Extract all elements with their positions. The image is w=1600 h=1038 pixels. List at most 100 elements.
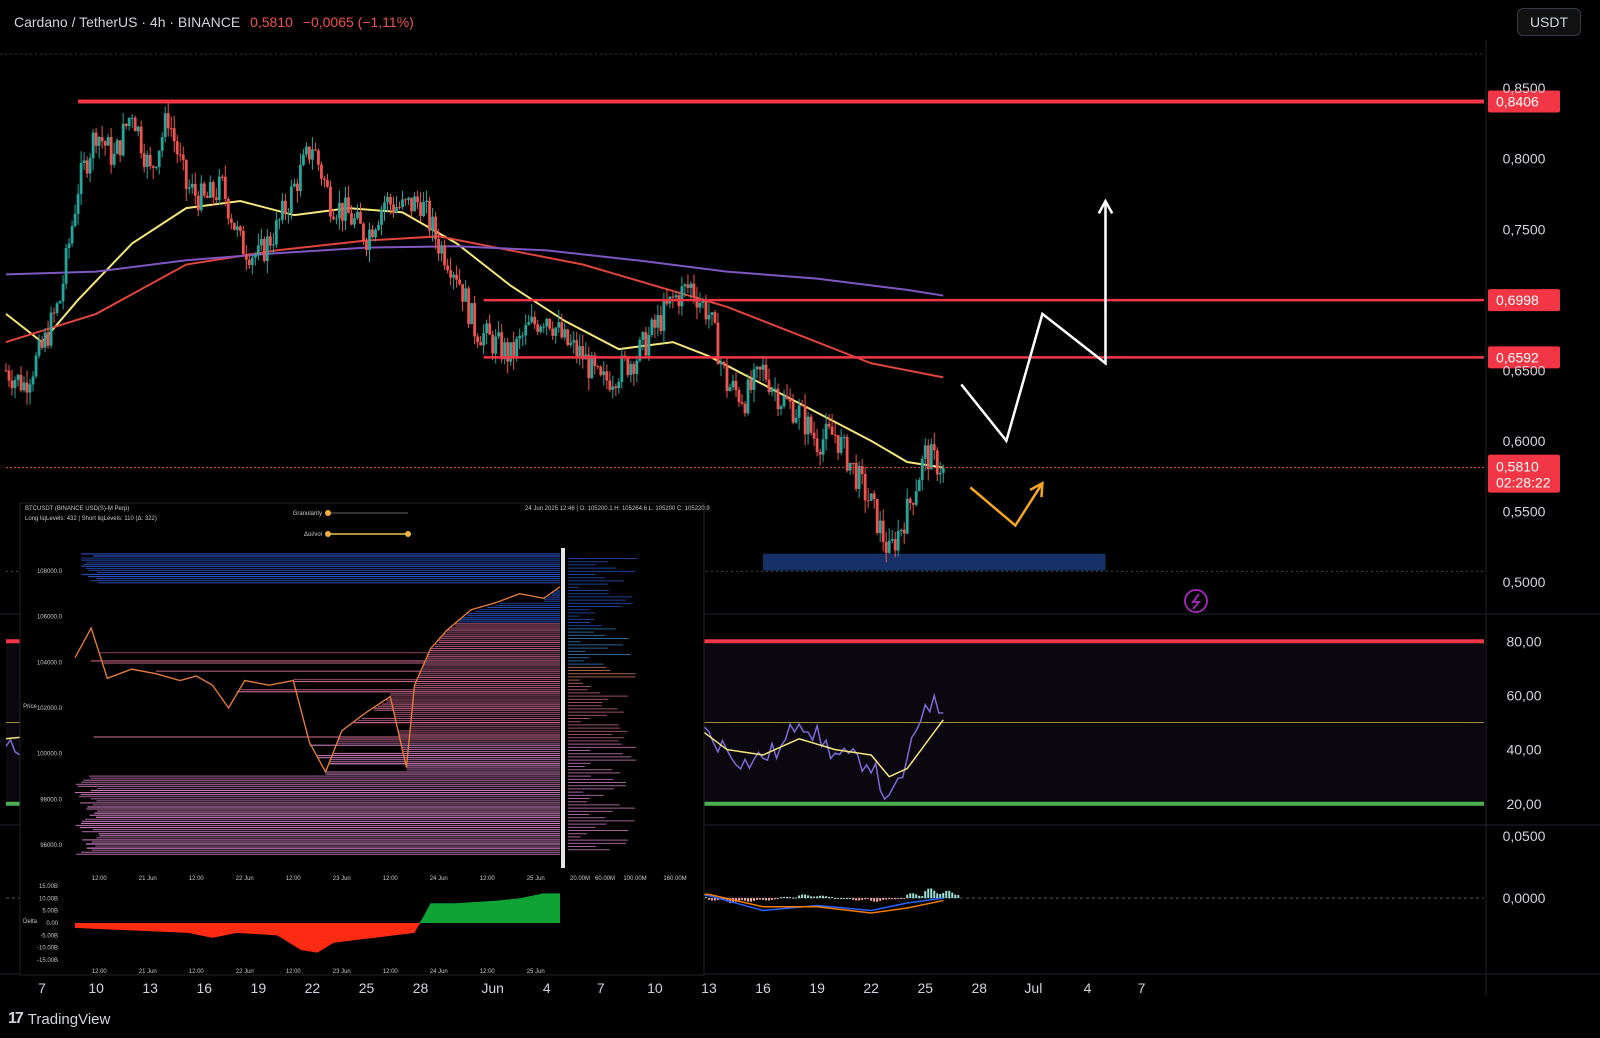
macd-histogram-bar — [954, 894, 957, 899]
macd-histogram-bar — [768, 898, 771, 901]
currency-button[interactable]: USDT — [1517, 8, 1581, 36]
inset-divider-bar — [561, 548, 565, 868]
candle-body — [464, 288, 468, 302]
candle-body — [527, 322, 531, 325]
level-price-label: 0,6998 — [1496, 292, 1539, 308]
inset-price-tick: 100000.0 — [37, 752, 63, 758]
candle-body — [617, 382, 621, 389]
time-axis-tick: 19 — [251, 980, 267, 996]
candle-body — [707, 314, 711, 320]
macd-histogram-bar — [834, 898, 837, 900]
candle-body — [434, 216, 437, 239]
macd-histogram-bar — [846, 898, 849, 900]
candle-body — [872, 493, 876, 499]
liquidation-heatmap-inset[interactable]: BTCUSDT (BINANCE USD(S)-M Perp) Long liqL… — [19, 502, 710, 976]
candle-body — [55, 303, 59, 314]
candle-body — [683, 284, 687, 287]
macd-histogram-bar — [897, 898, 900, 900]
candle-body — [329, 186, 332, 217]
price-axis-tick: 0,7500 — [1503, 221, 1546, 237]
delta-axis-tick: 0.00 — [46, 921, 58, 927]
inset-time-tick: 12:00 — [480, 876, 496, 882]
candle-body — [494, 336, 498, 354]
candle-body — [347, 197, 350, 213]
macd-histogram-bar — [891, 898, 894, 900]
candle-body — [106, 137, 110, 146]
macd-histogram-bar — [801, 894, 804, 899]
candle-body — [536, 324, 540, 332]
candle-body — [178, 154, 182, 156]
macd-histogram-bar — [704, 897, 707, 899]
inset-time-tick: 12:00 — [383, 876, 399, 882]
candle-body — [127, 117, 131, 127]
candle-body — [653, 319, 657, 328]
macd-histogram-bar — [885, 898, 888, 900]
candle-body — [806, 416, 810, 435]
candle-body — [794, 417, 798, 423]
delta-axis-tick: -15.00B — [37, 958, 58, 964]
candle-body — [854, 462, 858, 489]
candle-body — [187, 187, 191, 189]
candle-body — [232, 222, 236, 230]
macd-histogram-bar — [762, 898, 765, 900]
delta-axis-tick: 5.00B — [42, 909, 58, 915]
inset-slider-knob[interactable] — [325, 510, 331, 516]
candle-body — [887, 540, 891, 553]
candle-body — [247, 259, 251, 266]
macd-histogram-bar — [873, 898, 876, 902]
candle-body — [788, 398, 792, 402]
candle-body — [166, 113, 170, 129]
projection-path-1[interactable] — [960, 201, 1107, 444]
inset-time-tick: 24 Jun — [430, 876, 448, 882]
candle-body — [866, 500, 870, 502]
candle-body — [145, 154, 149, 167]
candle-body — [656, 315, 660, 328]
candle-body — [548, 318, 552, 329]
last-price-axis-label: 0,5810 — [1496, 459, 1539, 475]
candle-body — [881, 520, 885, 542]
candle-body — [193, 183, 197, 196]
chart-canvas[interactable]: 0,84060,69980,65920,581002:28:220,85000,… — [0, 0, 1600, 1038]
candle-body — [524, 324, 528, 336]
candle-body — [190, 183, 194, 188]
candle-body — [479, 342, 483, 346]
macd-histogram-bar — [918, 895, 921, 899]
price-axis-tick: 0,8000 — [1503, 151, 1546, 167]
macd-histogram-bar — [921, 896, 924, 899]
inset-ohlc: 24 Jun 2025 12:46 | O: 105200.1 H: 10526… — [525, 506, 710, 512]
candle-body — [118, 140, 122, 156]
macd-histogram-bar — [861, 898, 864, 900]
macd-histogram-bar — [828, 896, 831, 899]
candle-body — [734, 380, 738, 391]
candle-body — [749, 379, 753, 390]
time-axis[interactable]: 7 10 13 16 19 22 25 28 Jun 4 7 10 13 16 19 22 25 28 Jul 4 7 — [38, 980, 1145, 996]
brand-footer[interactable]: 17 TradingView — [8, 1010, 110, 1028]
candle-body — [710, 312, 714, 315]
price-axis-tick: 0,5000 — [1503, 574, 1546, 590]
candle-body — [779, 406, 783, 410]
candle-body — [124, 123, 128, 127]
candle-body — [743, 403, 747, 414]
candle-body — [380, 209, 383, 225]
candle-body — [265, 236, 269, 261]
symbol-title[interactable]: Cardano / TetherUS · 4h · BINANCE — [14, 14, 240, 30]
macd-histogram-bar — [945, 891, 948, 899]
price-axis-tick: 0,8500 — [1503, 80, 1546, 96]
candle-body — [395, 206, 398, 213]
inset-slider-knob[interactable] — [325, 531, 331, 537]
macd-histogram-bar — [933, 890, 936, 899]
candle-body — [515, 338, 519, 358]
candle-body — [458, 279, 462, 285]
macd-histogram-bar — [852, 898, 855, 900]
candle-body — [443, 245, 446, 266]
candle-body — [211, 182, 215, 198]
time-axis-tick: 4 — [1084, 980, 1092, 996]
inset-slider-knob-end[interactable] — [405, 531, 411, 537]
candle-body — [16, 374, 20, 381]
macd-histogram-bar — [948, 890, 951, 899]
macd-histogram-bar — [813, 896, 816, 899]
candle-body — [698, 302, 702, 308]
price-axis-tick: 0,6000 — [1503, 433, 1546, 449]
price-axis-tick: 0,6500 — [1503, 362, 1546, 378]
candle-body — [680, 286, 684, 307]
